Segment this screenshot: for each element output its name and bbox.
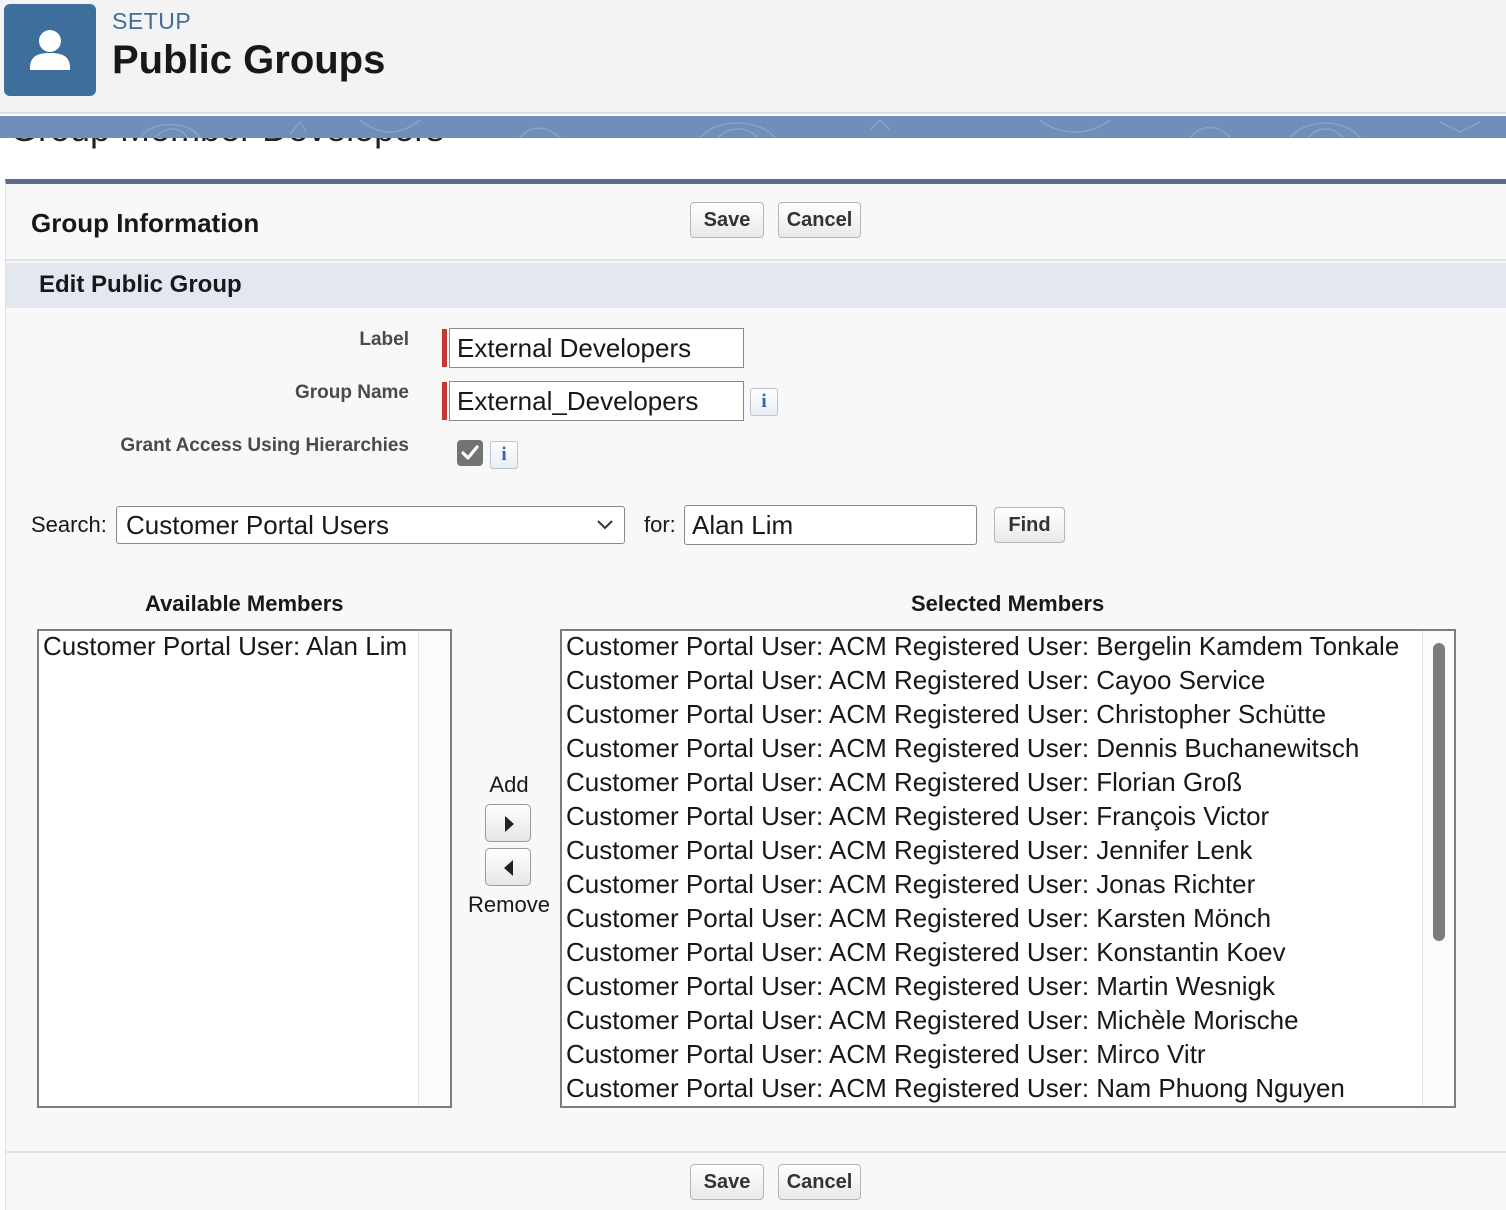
list-item[interactable]: Customer Portal User: ACM Registered Use… (562, 835, 1454, 869)
search-type-value: Customer Portal Users (126, 510, 389, 540)
cancel-button-top[interactable]: Cancel (778, 202, 861, 238)
required-indicator (442, 329, 447, 367)
list-item[interactable]: Customer Portal User: ACM Registered Use… (562, 869, 1454, 903)
setup-label: SETUP (112, 8, 192, 34)
page-header: SETUP Public Groups (0, 0, 1506, 114)
divider (6, 1151, 1506, 1153)
group-name-label: Group Name (294, 382, 409, 403)
panel-title: Group Information (31, 208, 260, 238)
grant-access-checkbox[interactable] (457, 440, 483, 466)
cancel-button-bottom[interactable]: Cancel (778, 1164, 861, 1200)
list-item[interactable]: Customer Portal User: ACM Registered Use… (562, 971, 1454, 1005)
info-icon[interactable]: i (750, 388, 778, 416)
divider (6, 259, 1506, 261)
list-item[interactable]: Customer Portal User: ACM Registered Use… (562, 903, 1454, 937)
group-info-panel: Group Information Save Cancel Edit Publi… (5, 179, 1506, 1210)
grant-access-label: Grant Access Using Hierarchies (120, 435, 409, 456)
remove-label: Remove (468, 892, 550, 917)
list-item[interactable]: Customer Portal User: ACM Registered Use… (562, 1073, 1454, 1106)
scrollbar[interactable] (1422, 631, 1454, 1106)
available-members-title: Available Members (145, 591, 344, 616)
search-type-select[interactable]: Customer Portal Users (116, 506, 625, 544)
list-item[interactable]: Customer Portal User: ACM Registered Use… (562, 1039, 1454, 1073)
selected-members-list[interactable]: Customer Portal User: ACM Registered Use… (560, 629, 1456, 1108)
search-label: Search: (31, 512, 107, 537)
scrollbar-thumb[interactable] (1433, 643, 1445, 941)
list-item[interactable]: Customer Portal User: ACM Registered Use… (562, 631, 1454, 665)
for-label: for: (644, 512, 676, 537)
available-members-list[interactable]: Customer Portal User: Alan Lim (37, 629, 452, 1108)
save-button-top[interactable]: Save (690, 202, 764, 238)
group-name-input[interactable]: External_Developers (449, 381, 744, 421)
list-item[interactable]: Customer Portal User: ACM Registered Use… (562, 1005, 1454, 1039)
section-header: Edit Public Group (6, 263, 1506, 308)
cropped-heading: Group Member Developers (0, 138, 1506, 150)
search-input[interactable]: Alan Lim (684, 505, 977, 545)
chevron-down-icon (597, 520, 613, 530)
arrow-right-icon (505, 816, 514, 832)
find-button[interactable]: Find (994, 507, 1065, 543)
list-item[interactable]: Customer Portal User: ACM Registered Use… (562, 699, 1454, 733)
add-label: Add (489, 772, 529, 797)
selected-members-title: Selected Members (911, 591, 1105, 616)
list-item[interactable]: Customer Portal User: ACM Registered Use… (562, 733, 1454, 767)
header-banner (0, 116, 1506, 138)
list-item[interactable]: Customer Portal User: ACM Registered Use… (562, 801, 1454, 835)
page-title: Public Groups (112, 38, 386, 82)
user-icon (4, 4, 96, 96)
section-title: Edit Public Group (39, 271, 242, 298)
info-icon[interactable]: i (490, 441, 518, 469)
list-item[interactable]: Customer Portal User: ACM Registered Use… (562, 937, 1454, 971)
arrow-left-icon (504, 860, 513, 876)
list-item[interactable]: Customer Portal User: ACM Registered Use… (562, 767, 1454, 801)
save-button-bottom[interactable]: Save (690, 1164, 764, 1200)
required-indicator (442, 382, 447, 420)
label-input[interactable]: External Developers (449, 328, 744, 368)
label-field-label: Label (359, 329, 409, 350)
remove-button[interactable] (485, 848, 531, 886)
add-button[interactable] (485, 804, 531, 842)
list-item[interactable]: Customer Portal User: ACM Registered Use… (562, 665, 1454, 699)
scrollbar[interactable] (418, 631, 450, 1106)
list-item[interactable]: Customer Portal User: Alan Lim (39, 631, 450, 665)
